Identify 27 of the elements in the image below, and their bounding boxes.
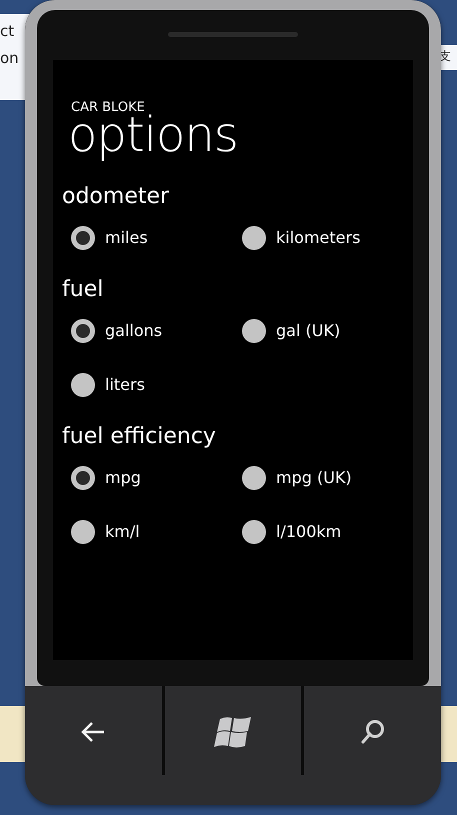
radio-button[interactable] xyxy=(71,466,95,490)
app-title: CAR BLOKE xyxy=(71,100,145,115)
section-heading: fuel xyxy=(62,276,104,302)
option-label: km/l xyxy=(105,522,140,542)
flag-icon xyxy=(214,716,252,748)
section-heading: fuel efficiency xyxy=(62,424,216,449)
radio-button[interactable] xyxy=(71,318,95,343)
option-label: miles xyxy=(105,228,148,248)
radio-button[interactable] xyxy=(71,226,95,250)
desktop-text: on xyxy=(0,49,19,67)
radio-button[interactable] xyxy=(242,520,266,544)
radio-button[interactable] xyxy=(242,318,266,343)
option-label: mpg (UK) xyxy=(276,468,352,488)
option-label: liters xyxy=(105,375,145,394)
option-label: l/100km xyxy=(276,522,342,542)
option-label: gal (UK) xyxy=(276,321,340,340)
search-icon xyxy=(360,718,386,744)
option-label: gallons xyxy=(105,321,162,340)
option-label: kilometers xyxy=(276,228,360,248)
section-heading: odometer xyxy=(62,184,170,209)
radio-button[interactable] xyxy=(242,226,266,250)
radio-button[interactable] xyxy=(242,466,266,490)
arrow-icon xyxy=(80,720,106,742)
desktop-text: ct xyxy=(0,22,14,40)
option-label: mpg xyxy=(105,468,141,488)
radio-button[interactable] xyxy=(71,520,95,544)
radio-button[interactable] xyxy=(71,372,95,397)
